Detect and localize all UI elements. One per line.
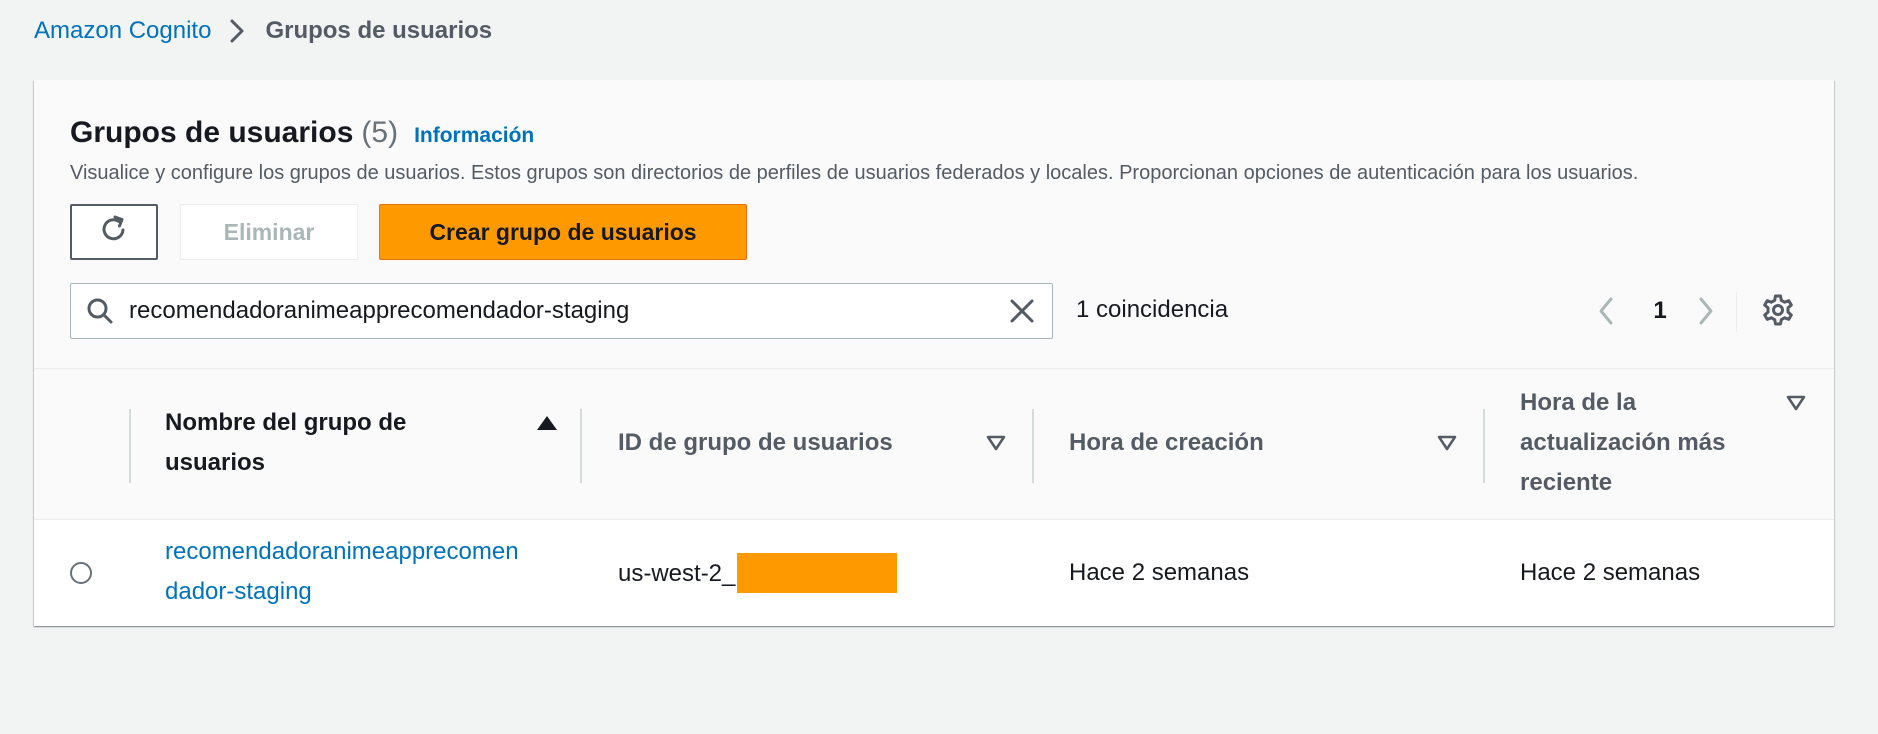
column-header-label: reciente <box>1520 469 1613 496</box>
create-user-pool-button[interactable]: Crear grupo de usuarios <box>379 204 747 260</box>
delete-button[interactable]: Eliminar <box>180 204 358 260</box>
sort-icon[interactable] <box>1786 395 1806 416</box>
breadcrumb-amazon-cognito-link[interactable]: Amazon Cognito <box>34 17 211 45</box>
column-header-name[interactable]: Nombre del grupo de usuarios <box>165 403 406 483</box>
breadcrumb: Amazon Cognito Grupos de usuarios <box>34 14 492 48</box>
user-pool-name-link[interactable]: recomendadoranimeapprecomen dador-stagin… <box>165 532 519 612</box>
user-pool-name-text: dador-staging <box>165 578 312 605</box>
search-field[interactable]: recomendadoranimeapprecomendador-staging <box>70 283 1053 339</box>
sort-ascending-icon[interactable] <box>536 415 558 436</box>
redaction-box <box>737 553 898 593</box>
created-time-cell: Hace 2 semanas <box>1069 559 1250 586</box>
page-number-button[interactable]: 1 <box>1640 286 1680 336</box>
row-select-radio[interactable] <box>70 562 92 584</box>
chevron-left-icon <box>1599 297 1613 325</box>
column-separator <box>1483 409 1485 483</box>
column-header-label: actualización más <box>1520 429 1726 456</box>
column-header-label: Hora de la <box>1520 389 1637 416</box>
gear-icon <box>1761 293 1795 332</box>
sort-icon[interactable] <box>986 435 1006 456</box>
updated-time-cell: Hace 2 semanas <box>1520 559 1701 586</box>
user-pool-id-prefix: us-west-2_ <box>618 560 736 587</box>
sort-icon[interactable] <box>1437 435 1457 456</box>
close-icon[interactable] <box>1004 293 1040 329</box>
column-separator <box>1032 409 1034 483</box>
refresh-icon <box>98 213 130 251</box>
table-row[interactable]: recomendadoranimeapprecomen dador-stagin… <box>34 520 1834 626</box>
column-header-created[interactable]: Hora de creación <box>1069 423 1264 463</box>
previous-page-button[interactable] <box>1586 286 1626 336</box>
pool-count: (5) <box>361 116 399 149</box>
page-title: Grupos de usuarios <box>70 116 354 149</box>
page-description: Visualice y configure los grupos de usua… <box>70 162 1639 184</box>
chevron-right-icon <box>1699 297 1713 325</box>
column-separator <box>580 409 582 483</box>
search-input[interactable]: recomendadoranimeapprecomendador-staging <box>129 297 1004 325</box>
user-pool-name-text: recomendadoranimeapprecomen <box>165 538 519 565</box>
chevron-right-icon <box>229 18 245 44</box>
title-row: Grupos de usuarios (5) Información <box>70 116 534 150</box>
column-separator <box>129 409 131 483</box>
user-pool-id-cell: us-west-2_ <box>618 553 898 594</box>
refresh-button[interactable] <box>70 204 158 260</box>
settings-button[interactable] <box>1756 290 1800 334</box>
divider <box>1736 292 1737 332</box>
panel-header: Grupos de usuarios (5) Información Visua… <box>34 80 1834 369</box>
column-header-label: Nombre del grupo de <box>165 409 407 436</box>
match-count: 1 coincidencia <box>1076 296 1229 323</box>
column-header-updated[interactable]: Hora de la actualización más reciente <box>1520 383 1725 503</box>
next-page-button[interactable] <box>1686 286 1726 336</box>
breadcrumb-current: Grupos de usuarios <box>265 17 493 44</box>
column-header-id[interactable]: ID de grupo de usuarios <box>618 423 893 463</box>
info-link[interactable]: Información <box>414 124 534 148</box>
search-icon <box>83 294 117 328</box>
column-header-label: usuarios <box>165 449 266 476</box>
table-header: Nombre del grupo de usuarios ID de grupo… <box>34 369 1834 520</box>
user-pools-panel: Grupos de usuarios (5) Información Visua… <box>34 80 1834 626</box>
